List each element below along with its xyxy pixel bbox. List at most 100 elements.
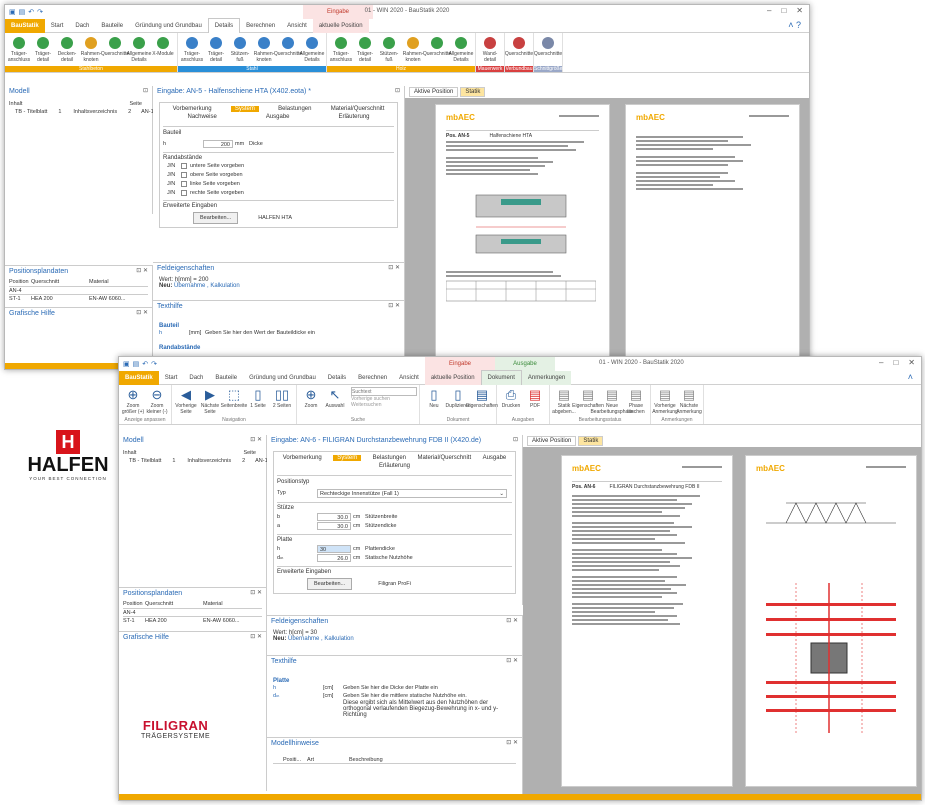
ribbon-button[interactable]: Allgemeine Details: [127, 35, 151, 63]
plan-cell[interactable]: HEA 200: [145, 617, 203, 624]
ribbon-button[interactable]: Querschnitte: [101, 35, 129, 57]
tab-material[interactable]: Material/Querschnitt: [331, 106, 385, 112]
ribbon-button[interactable]: ▤ Eigenschaften: [466, 387, 498, 409]
pin-icon[interactable]: ⊡ ✕: [250, 436, 262, 443]
ribbon-button[interactable]: ▤ Phase löschen: [624, 387, 648, 415]
d-input[interactable]: 26.0: [317, 554, 351, 562]
pin-icon[interactable]: ⊡ ✕: [136, 267, 148, 274]
tree-item[interactable]: Inhaltsverzeichnis 2: [181, 457, 251, 465]
pin-icon[interactable]: ⊡ ✕: [388, 264, 400, 271]
redo-icon[interactable]: ↷: [151, 360, 157, 368]
pin-icon[interactable]: ⊡ ✕: [250, 589, 262, 596]
ph-input[interactable]: 30: [317, 545, 351, 553]
ribbon-button[interactable]: ⬚ Seitenbreite: [221, 387, 248, 409]
tab-ansicht[interactable]: Ansicht: [393, 371, 425, 385]
typ-select[interactable]: Rechteckige Innenstütze (Fall 1) ⌄: [317, 488, 507, 498]
pin-icon[interactable]: ⊡ ✕: [506, 617, 518, 624]
tab-start[interactable]: Start: [159, 371, 184, 385]
ribbon-button[interactable]: Stützen-fuß: [377, 35, 401, 63]
close-icon[interactable]: ✕: [796, 6, 803, 15]
rand-checkbox[interactable]: [181, 181, 187, 187]
ribbon-button[interactable]: Träger-detail: [353, 35, 377, 63]
ribbon-button[interactable]: Rahmen-knoten: [79, 35, 103, 63]
plan-cell[interactable]: EN-AW 6060...: [89, 295, 125, 302]
tab-dach[interactable]: Dach: [183, 371, 209, 385]
tree-item[interactable]: TB - Titelblatt 1: [123, 457, 181, 465]
pin-icon[interactable]: ⊡ ✕: [506, 739, 518, 746]
ribbon-button[interactable]: ⎙ Drucken: [499, 387, 523, 409]
ribbon-button[interactable]: Querschnitte: [534, 35, 562, 57]
ribbon-button[interactable]: Stützen-fuß: [228, 35, 252, 63]
tab-baustatik[interactable]: BauStatik: [5, 18, 45, 33]
tab-erlaeuterung[interactable]: Erläuterung: [379, 463, 410, 469]
undo-icon[interactable]: ↶: [142, 360, 148, 368]
ribbon-button[interactable]: ▶ Nächste Seite: [198, 387, 222, 415]
tab-erlaeuterung[interactable]: Erläuterung: [338, 114, 369, 120]
h-input[interactable]: 200: [203, 140, 233, 148]
ribbon-button[interactable]: ⊖ Zoom kleiner (-): [145, 387, 169, 415]
pin-icon[interactable]: ⊡: [395, 87, 400, 94]
ribbon-button[interactable]: ▯ Neu: [422, 387, 446, 409]
tab-bauteile[interactable]: Bauteile: [95, 19, 129, 33]
doc-tab-active-position[interactable]: Aktive Position: [409, 87, 459, 97]
pin-icon[interactable]: ⊡: [513, 436, 518, 443]
plan-cell[interactable]: ST-1: [9, 295, 31, 302]
pin-icon[interactable]: ⊡ ✕: [506, 657, 518, 664]
doc-tab-active-position[interactable]: Aktive Position: [527, 436, 577, 446]
tab-gruendung[interactable]: Gründung und Grundbau: [129, 19, 208, 33]
rand-checkbox[interactable]: [181, 190, 187, 196]
plan-cell[interactable]: ST-1: [123, 617, 145, 624]
tab-gruendung[interactable]: Gründung und Grundbau: [243, 371, 322, 385]
minimize-icon[interactable]: –: [767, 6, 771, 15]
ribbon-button[interactable]: Allgemeine Details: [449, 35, 473, 63]
ribbon-button[interactable]: ◀ Vorherige Seite: [174, 387, 198, 415]
ribbon-button[interactable]: ▯▯ 2 Seiten: [270, 387, 294, 409]
tab-ansicht[interactable]: Ansicht: [281, 19, 313, 33]
tab-berechnen[interactable]: Berechnen: [240, 19, 281, 33]
pin-icon[interactable]: ⊡ ✕: [250, 633, 262, 640]
tree-item[interactable]: TB - Titelblatt 1: [9, 108, 67, 116]
ribbon-button[interactable]: ▤ Neue Bearbeitungsphase: [590, 387, 633, 415]
edit-button[interactable]: Bearbeiten...: [307, 578, 353, 590]
search-next-button[interactable]: Weitersuchen: [351, 402, 417, 408]
pin-icon[interactable]: ⊡ ✕: [136, 309, 148, 316]
maximize-icon[interactable]: □: [781, 6, 786, 15]
collapse-ribbon-icon[interactable]: ˄: [908, 372, 913, 382]
tab-bauteile[interactable]: Bauteile: [209, 371, 243, 385]
ribbon-button[interactable]: Rahmen-knoten: [401, 35, 425, 63]
plan-cell[interactable]: HEA 200: [31, 295, 89, 302]
ribbon-button[interactable]: ▤ Nächste Anmerkung: [676, 387, 702, 415]
tab-material[interactable]: Material/Querschnitt: [417, 455, 471, 461]
tab-baustatik[interactable]: BauStatik: [119, 370, 159, 385]
ribbon-button[interactable]: Träger-detail: [204, 35, 228, 63]
field-links[interactable]: Übernahme , Kalkulation: [174, 283, 240, 289]
ribbon-button[interactable]: Querschnitte: [505, 35, 533, 57]
ribbon-button[interactable]: ▤ Vorherige Anmerkung: [652, 387, 678, 415]
minimize-icon[interactable]: –: [879, 358, 883, 367]
ribbon-button[interactable]: Querschnitte: [274, 35, 302, 57]
tab-anmerkungen[interactable]: Anmerkungen: [521, 370, 572, 385]
tab-aktuelle-position[interactable]: aktuelle Position: [312, 18, 369, 33]
tab-system[interactable]: System: [230, 106, 259, 112]
edit-button[interactable]: Bearbeiten...: [193, 212, 239, 224]
ribbon-button[interactable]: ▤ PDF: [523, 387, 547, 409]
plan-cell[interactable]: AN-4: [123, 609, 145, 616]
close-icon[interactable]: ✕: [908, 358, 915, 367]
tab-berechnen[interactable]: Berechnen: [352, 371, 393, 385]
b-input[interactable]: 30.0: [317, 513, 351, 521]
tab-ausgabe[interactable]: Ausgabe: [266, 114, 290, 120]
ribbon-button[interactable]: Träger-anschluss: [329, 35, 353, 63]
tab-system[interactable]: System: [333, 455, 362, 461]
pin-icon[interactable]: ⊡: [143, 87, 148, 94]
ribbon-button[interactable]: ⊕ Zoom größer (+): [121, 387, 145, 415]
help-icon[interactable]: ˄ ?: [788, 20, 801, 30]
ribbon-button[interactable]: Rahmen-knoten: [252, 35, 276, 63]
tab-belastungen[interactable]: Belastungen: [373, 455, 406, 461]
tab-nachweise[interactable]: Nachweise: [187, 114, 216, 120]
maximize-icon[interactable]: □: [893, 358, 898, 367]
rand-checkbox[interactable]: [181, 163, 187, 169]
ribbon-button[interactable]: Allgemeine Details: [300, 35, 324, 63]
tab-dokument[interactable]: Dokument: [480, 370, 522, 385]
ribbon-button[interactable]: Träger-anschluss: [7, 35, 31, 63]
pin-icon[interactable]: ⊡ ✕: [388, 302, 400, 309]
